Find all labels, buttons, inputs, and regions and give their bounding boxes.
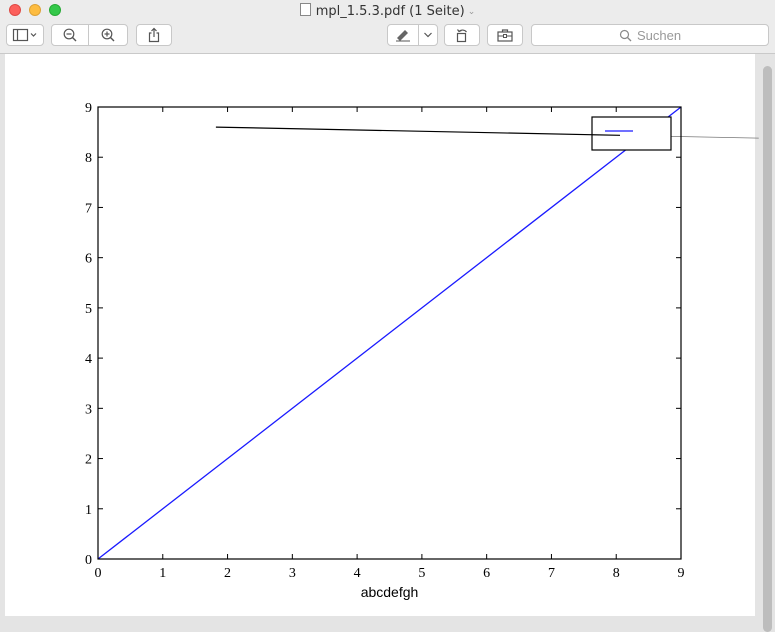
series-line-0 — [97, 106, 682, 560]
x-tick-label-6: 6 — [483, 566, 490, 581]
y-tick-label-8: 8 — [85, 151, 92, 166]
vertical-scrollbar[interactable] — [763, 66, 772, 632]
y-tick-label-6: 6 — [85, 252, 92, 267]
toolbox-icon — [497, 29, 513, 42]
x-tick-label-3: 3 — [289, 566, 296, 581]
x-axis-label: abcdefgh — [361, 584, 419, 600]
x-tick-label-2: 2 — [224, 566, 231, 581]
share-button[interactable] — [136, 24, 172, 46]
title-bar: mpl_1.5.3.pdf (1 Seite) ⌄ — [0, 0, 775, 22]
search-icon — [619, 29, 632, 41]
zoom-out-button[interactable] — [51, 24, 89, 46]
y-tick-label-1: 1 — [85, 503, 92, 518]
sidebar-toggle-button[interactable] — [6, 24, 44, 46]
sidebar-icon — [12, 28, 37, 42]
zoom-in-icon — [101, 28, 115, 42]
annotation-line-over-legend — [591, 134, 621, 136]
x-tick-label-4: 4 — [354, 566, 361, 581]
y-tick-label-5: 5 — [85, 302, 92, 317]
y-tick-label-7: 7 — [85, 201, 92, 216]
document-viewport[interactable]: 0 1 2 3 4 5 6 7 8 9 0 1 2 3 4 5 6 7 8 9 abcdefgh — [0, 54, 775, 632]
toolbar: Suchen — [0, 22, 775, 52]
y-tick-label-9: 9 — [85, 101, 92, 116]
x-tick-label-1: 1 — [159, 566, 166, 581]
preview-window: mpl_1.5.3.pdf (1 Seite) ⌄ Suchen 0 1 2 3… — [0, 0, 775, 632]
window-title[interactable]: mpl_1.5.3.pdf (1 Seite) ⌄ — [0, 3, 775, 19]
zoom-out-icon — [63, 28, 77, 42]
x-tick-label-0: 0 — [95, 566, 102, 581]
markup-pen-button[interactable] — [387, 24, 419, 46]
annotation-line — [215, 126, 621, 136]
zoom-in-button[interactable] — [88, 24, 128, 46]
share-icon — [148, 27, 160, 43]
toolbox-button[interactable] — [487, 24, 523, 46]
legend-box — [591, 116, 672, 151]
y-tick-label-3: 3 — [85, 402, 92, 417]
window-title-text: mpl_1.5.3.pdf (1 Seite) — [315, 4, 465, 19]
rotate-button[interactable] — [444, 24, 480, 46]
x-tick-label-8: 8 — [613, 566, 620, 581]
x-tick-label-7: 7 — [548, 566, 555, 581]
y-tick-label-2: 2 — [85, 453, 92, 468]
markup-options-button[interactable] — [418, 24, 438, 46]
line-chart: 0 1 2 3 4 5 6 7 8 9 0 1 2 3 4 5 6 7 8 9 abcdefgh — [85, 101, 759, 600]
y-tick-label-4: 4 — [85, 352, 92, 367]
chevron-down-icon — [424, 32, 432, 38]
pen-icon — [396, 30, 410, 42]
pdf-document-icon — [299, 3, 311, 16]
x-tick-label-9: 9 — [678, 566, 685, 581]
title-chevron-down-icon[interactable]: ⌄ — [468, 7, 476, 17]
search-field[interactable]: Suchen — [531, 24, 769, 46]
y-tick-label-0: 0 — [85, 553, 92, 568]
x-tick-label-5: 5 — [418, 566, 425, 581]
rotate-icon — [456, 29, 467, 43]
search-placeholder: Suchen — [636, 27, 682, 43]
